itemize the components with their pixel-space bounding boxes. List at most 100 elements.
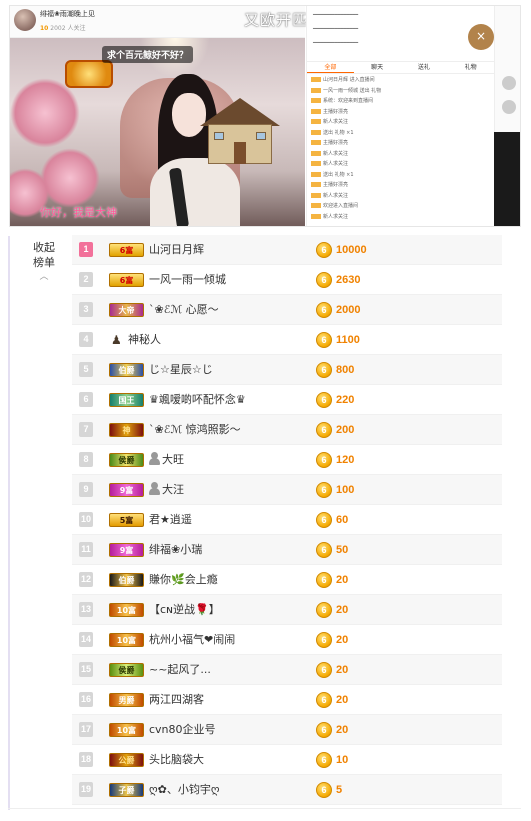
ranking-row[interactable]: 1 6富 山河日月辉 6 10000 — [72, 235, 502, 265]
chat-header: ━━━━━━━━━━━━━━━ ━━━━━━━━━━━━━━━ ━━━━━━━━… — [307, 6, 494, 62]
user-name[interactable]: `❀ℰℳ 惊鸿照影～ — [149, 415, 241, 445]
ranking-row[interactable]: 8 侯爵 大旺 6 120 — [72, 445, 502, 475]
ranking-row[interactable]: 3 大帝 `❀ℰℳ 心愿～ 6 2000 — [72, 295, 502, 325]
contribution-value: 220 — [336, 394, 355, 406]
user-name[interactable]: cvn80企业号 — [149, 715, 216, 745]
mystery-user-icon: ♟ — [111, 333, 122, 347]
tab-presents[interactable]: 礼物 — [447, 62, 494, 73]
rank-number: 16 — [79, 692, 93, 707]
level-badge: 6富 — [109, 273, 144, 287]
level-badge: 国王 — [109, 393, 144, 407]
contribution-value: 10000 — [336, 244, 367, 256]
user-name[interactable]: 大汪 — [149, 475, 184, 505]
viewer-avatar[interactable] — [502, 76, 516, 90]
user-name[interactable]: 一风一雨一倾城 — [149, 265, 226, 295]
tab-all[interactable]: 全部 — [307, 62, 354, 73]
tab-gifts[interactable]: 送礼 — [401, 62, 448, 73]
anchor-avatar[interactable] — [14, 9, 36, 31]
coin-icon: 6 — [316, 782, 332, 798]
coin-icon: 6 — [316, 392, 332, 408]
rank-number: 10 — [79, 512, 93, 527]
contribution-value: 60 — [336, 514, 349, 526]
chat-message: 新人求关注 — [311, 150, 490, 161]
ranking-row[interactable]: 9 9富 大汪 6 100 — [72, 475, 502, 505]
level-badge: 公爵 — [109, 753, 144, 767]
user-name[interactable]: `❀ℰℳ 心愿～ — [149, 295, 219, 325]
user-name[interactable]: ~~起风了... — [149, 655, 211, 685]
contribution-value: 100 — [336, 484, 355, 496]
coin-icon: 6 — [316, 452, 332, 468]
contribution-value: 20 — [336, 694, 349, 706]
contribution-value: 120 — [336, 454, 355, 466]
user-name-text: ~~起风了... — [149, 663, 211, 676]
coin-icon: 6 — [316, 572, 332, 588]
house-gift-icon — [200, 98, 280, 168]
user-name[interactable]: 头比脑袋大 — [149, 745, 204, 775]
user-name-text: cvn80企业号 — [149, 723, 216, 736]
contribution-value: 10 — [336, 754, 349, 766]
rank-number: 9 — [79, 482, 93, 497]
tab-chat[interactable]: 聊天 — [354, 62, 401, 73]
user-name[interactable]: ♛颯嗳啲吥配怀念♛ — [149, 385, 246, 415]
level-badge: 子爵 — [109, 783, 144, 797]
ranking-row[interactable]: 11 9富 绯福❀小瑞 6 50 — [72, 535, 502, 565]
user-name[interactable]: 【ᴄɴ逆战🌹】 — [149, 595, 220, 625]
video-frame[interactable]: 求个百元鲸好不好？ 你好，我是大神 …… — [10, 38, 305, 226]
ranking-row[interactable]: 18 公爵 头比脑袋大 6 10 — [72, 745, 502, 775]
live-stream-preview[interactable]: 绯福❀雨潮晚上见 10 2002 人关注 又欧开匹哦走 求个百元鲸好不好？ 你好… — [9, 5, 521, 227]
user-name[interactable]: じ☆星辰☆じ — [149, 355, 213, 385]
user-name[interactable]: 绯福❀小瑞 — [149, 535, 202, 565]
ranking-row[interactable]: 6 国王 ♛颯嗳啲吥配怀念♛ 6 220 — [72, 385, 502, 415]
user-name[interactable]: 两江四湖客 — [149, 685, 204, 715]
speech-bubble: 求个百元鲸好不好？ — [102, 46, 194, 63]
anchor-name[interactable]: 绯福❀雨潮晚上见 — [40, 9, 95, 19]
level-badge: 大帝 — [109, 303, 144, 317]
level-badge: 伯爵 — [109, 573, 144, 587]
user-name[interactable]: ღ✿、小钧宇ღ — [149, 775, 220, 805]
user-name[interactable]: 神秘人 — [128, 325, 161, 355]
level-badge: 男爵 — [109, 693, 144, 707]
rank-number: 15 — [79, 662, 93, 677]
user-avatar-icon — [149, 452, 160, 465]
ranking-row[interactable]: 17 10富 cvn80企业号 6 20 — [72, 715, 502, 745]
chat-messages: 山河日月辉 进入直播间 一风一雨一倾城 送出 礼物 系统：欢迎来到直播间 主播好… — [307, 74, 494, 225]
rank-number: 18 — [79, 752, 93, 767]
ranking-row[interactable]: 16 男爵 两江四湖客 6 20 — [72, 685, 502, 715]
chat-message: 新人求关注 — [311, 118, 490, 129]
chat-message: 欢迎进入直播间 — [311, 202, 490, 213]
ranking-row[interactable]: 13 10富 【ᴄɴ逆战🌹】 6 20 — [72, 595, 502, 625]
viewer-avatar[interactable] — [502, 100, 516, 114]
chat-message: 山河日月辉 进入直播间 — [311, 76, 490, 87]
user-name[interactable]: 賺你🌿会上瘾 — [149, 565, 218, 595]
collapse-ranking-button[interactable]: 收起 榜单 ︿ — [20, 240, 68, 282]
level-badge: 侯爵 — [109, 453, 144, 467]
coin-icon: 6 — [316, 512, 332, 528]
fan-rank-widget[interactable] — [494, 132, 520, 226]
ranking-row[interactable]: 5 伯爵 じ☆星辰☆じ 6 800 — [72, 355, 502, 385]
rank-number: 13 — [79, 602, 93, 617]
coin-icon: 6 — [316, 662, 332, 678]
user-name[interactable]: 杭州小福气❤闹闹 — [149, 625, 235, 655]
user-name-text: 大汪 — [162, 483, 184, 496]
level-badge: 伯爵 — [109, 363, 144, 377]
rank-number: 19 — [79, 782, 93, 797]
user-name[interactable]: 君★逍遥 — [149, 505, 192, 535]
chat-tabs: 全部 聊天 送礼 礼物 — [307, 62, 494, 74]
ranking-row[interactable]: 7 神 `❀ℰℳ 惊鸿照影～ 6 200 — [72, 415, 502, 445]
user-name[interactable]: 大旺 — [149, 445, 184, 475]
ranking-row[interactable]: 12 伯爵 賺你🌿会上瘾 6 20 — [72, 565, 502, 595]
chat-message: 一风一雨一倾城 送出 礼物 — [311, 87, 490, 98]
ranking-row[interactable]: 14 10富 杭州小福气❤闹闹 6 20 — [72, 625, 502, 655]
ranking-row[interactable]: 10 5富 君★逍遥 6 60 — [72, 505, 502, 535]
ranking-row[interactable]: 19 子爵 ღ✿、小钧宇ღ 6 5 — [72, 775, 502, 805]
coin-icon: 6 — [316, 602, 332, 618]
level-badge: 10富 — [109, 603, 144, 617]
contribution-value: 2630 — [336, 274, 361, 286]
close-icon[interactable]: × — [468, 24, 494, 50]
ranking-row[interactable]: 15 侯爵 ~~起风了... 6 20 — [72, 655, 502, 685]
user-name[interactable]: 山河日月辉 — [149, 235, 204, 265]
rank-number: 14 — [79, 632, 93, 647]
contribution-value: 20 — [336, 724, 349, 736]
ranking-row[interactable]: 2 6富 一风一雨一倾城 6 2630 — [72, 265, 502, 295]
ranking-row[interactable]: 4 ♟ 神秘人 6 1100 — [72, 325, 502, 355]
